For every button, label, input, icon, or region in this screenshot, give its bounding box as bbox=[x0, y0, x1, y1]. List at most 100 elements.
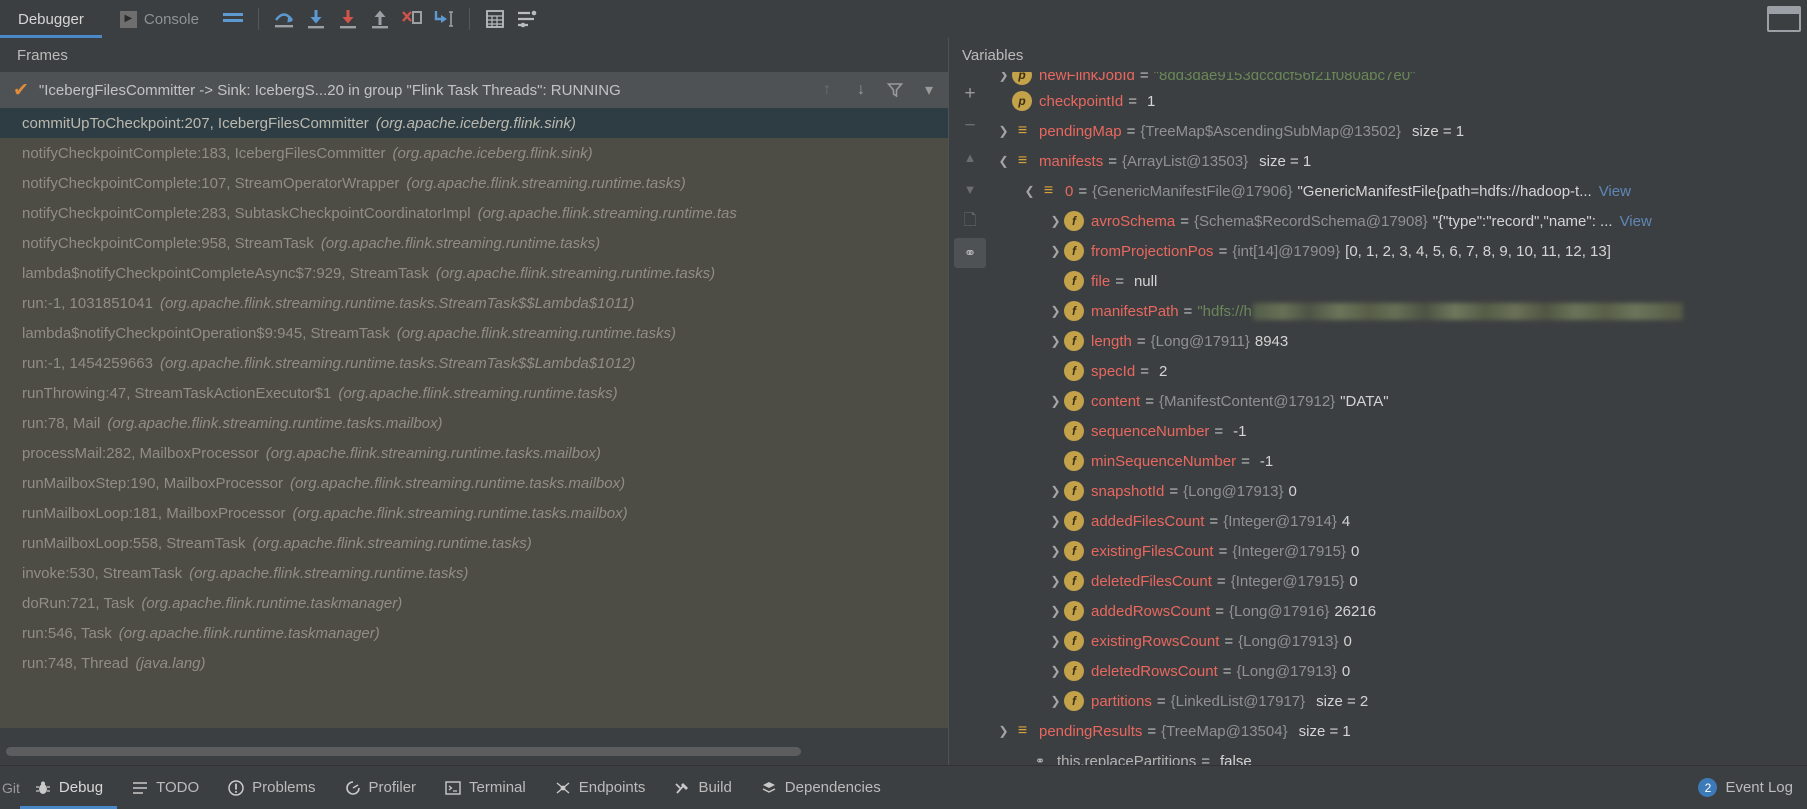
add-watch-icon[interactable]: + bbox=[954, 78, 986, 108]
step-into-icon[interactable] bbox=[300, 3, 332, 35]
status-item-profiler[interactable]: Profiler bbox=[330, 766, 431, 809]
variable-row[interactable]: ❯ f manifestPath = "hdfs://h bbox=[991, 296, 1807, 326]
tab-debugger[interactable]: Debugger bbox=[0, 0, 102, 38]
frame-row[interactable]: processMail:282, MailboxProcessor (org.a… bbox=[0, 438, 948, 468]
variable-row[interactable]: ❯ f minSequenceNumber = -1 bbox=[991, 446, 1807, 476]
chevron-right-icon[interactable]: ❯ bbox=[1047, 694, 1064, 708]
step-out-icon[interactable] bbox=[364, 3, 396, 35]
variable-row[interactable]: ❯ f addedRowsCount = {Long@17916} 26216 bbox=[991, 596, 1807, 626]
move-watch-down-icon[interactable]: ▼ bbox=[954, 174, 986, 204]
frame-row[interactable]: runMailboxStep:190, MailboxProcessor (or… bbox=[0, 468, 948, 498]
variable-row[interactable]: ❮ ≡ manifests = {ArrayList@13503} size =… bbox=[991, 146, 1807, 176]
variable-row[interactable]: ❯ ≡ pendingResults = {TreeMap@13504} siz… bbox=[991, 716, 1807, 746]
variable-row[interactable]: ❯ f specId = 2 bbox=[991, 356, 1807, 386]
status-item-dependencies[interactable]: Dependencies bbox=[746, 766, 895, 809]
chevron-right-icon[interactable]: ❯ bbox=[1047, 304, 1064, 318]
variable-row[interactable]: ❯ f length = {Long@17911} 8943 bbox=[991, 326, 1807, 356]
frame-row[interactable]: run:-1, 1454259663 (org.apache.flink.str… bbox=[0, 348, 948, 378]
chevron-right-icon[interactable]: ❯ bbox=[1047, 214, 1064, 228]
frame-row[interactable]: invoke:530, StreamTask (org.apache.flink… bbox=[0, 558, 948, 588]
variable-row[interactable]: ❯ f avroSchema = {Schema$RecordSchema@17… bbox=[991, 206, 1807, 236]
move-watch-up-icon[interactable]: ▲ bbox=[954, 142, 986, 172]
status-item-endpoints[interactable]: Endpoints bbox=[540, 766, 660, 809]
copy-value-icon[interactable]: 🗋 bbox=[954, 206, 986, 236]
git-label[interactable]: Git bbox=[0, 780, 20, 796]
frame-row[interactable]: lambda$notifyCheckpointCompleteAsync$7:9… bbox=[0, 258, 948, 288]
frames-list[interactable]: commitUpToCheckpoint:207, IcebergFilesCo… bbox=[0, 108, 948, 728]
move-up-icon[interactable]: ↑ bbox=[816, 79, 838, 101]
layout-settings-icon[interactable] bbox=[217, 3, 249, 35]
chevron-right-icon[interactable]: ❯ bbox=[1047, 394, 1064, 408]
frame-row[interactable]: run:78, Mail (org.apache.flink.streaming… bbox=[0, 408, 948, 438]
chevron-right-icon[interactable]: ❯ bbox=[995, 72, 1012, 82]
chevron-right-icon[interactable]: ❯ bbox=[1047, 544, 1064, 558]
variable-row[interactable]: ❯ f partitions = {LinkedList@17917} size… bbox=[991, 686, 1807, 716]
drop-frame-icon[interactable] bbox=[396, 3, 428, 35]
variable-row[interactable]: ❯ p newFlinkJobId = "8dd3dae9153dccdcf56… bbox=[991, 72, 1807, 86]
event-log-label[interactable]: Event Log bbox=[1725, 779, 1793, 796]
chevron-right-icon[interactable]: ❯ bbox=[1047, 244, 1064, 258]
variables-tree[interactable]: ❯ p newFlinkJobId = "8dd3dae9153dccdcf56… bbox=[991, 72, 1807, 766]
step-over-icon[interactable] bbox=[268, 3, 300, 35]
status-item-build[interactable]: Build bbox=[659, 766, 745, 809]
watches-toggle-icon[interactable]: ⚭ bbox=[954, 238, 986, 268]
chevron-right-icon[interactable]: ❯ bbox=[995, 724, 1012, 738]
chevron-down-icon[interactable]: ❮ bbox=[1021, 184, 1038, 198]
chevron-right-icon[interactable]: ❯ bbox=[1047, 484, 1064, 498]
chevron-right-icon[interactable]: ❯ bbox=[1047, 514, 1064, 528]
status-item-terminal[interactable]: Terminal bbox=[430, 766, 540, 809]
chevron-right-icon[interactable]: ❯ bbox=[1047, 664, 1064, 678]
variable-row[interactable]: ❯ f existingFilesCount = {Integer@17915}… bbox=[991, 536, 1807, 566]
dropdown-icon[interactable]: ▾ bbox=[918, 79, 940, 101]
status-item-debug[interactable]: Debug bbox=[19, 766, 118, 809]
variable-row[interactable]: ❯ f sequenceNumber = -1 bbox=[991, 416, 1807, 446]
variable-row[interactable]: ❯ f existingRowsCount = {Long@17913} 0 bbox=[991, 626, 1807, 656]
frame-row[interactable]: runThrowing:47, StreamTaskActionExecutor… bbox=[0, 378, 948, 408]
frame-row[interactable]: runMailboxLoop:558, StreamTask (org.apac… bbox=[0, 528, 948, 558]
frames-hscrollbar-thumb[interactable] bbox=[6, 747, 801, 756]
thread-selector-row[interactable]: ✔ "IcebergFilesCommitter -> Sink: Iceber… bbox=[0, 72, 948, 108]
chevron-right-icon[interactable]: ❯ bbox=[1047, 604, 1064, 618]
frame-row[interactable]: notifyCheckpointComplete:183, IcebergFil… bbox=[0, 138, 948, 168]
filter-icon[interactable] bbox=[884, 79, 906, 101]
variable-row[interactable]: ❯ f deletedRowsCount = {Long@17913} 0 bbox=[991, 656, 1807, 686]
variable-row[interactable]: ❯ f addedFilesCount = {Integer@17914} 4 bbox=[991, 506, 1807, 536]
status-item-problems[interactable]: Problems bbox=[213, 766, 329, 809]
force-step-into-icon[interactable] bbox=[332, 3, 364, 35]
chevron-right-icon[interactable]: ❯ bbox=[1047, 634, 1064, 648]
status-item-todo[interactable]: TODO bbox=[117, 766, 213, 809]
variable-row[interactable]: ❯ f fromProjectionPos = {int[14]@17909} … bbox=[991, 236, 1807, 266]
frame-row[interactable]: run:546, Task (org.apache.flink.runtime.… bbox=[0, 618, 948, 648]
remove-watch-icon[interactable]: − bbox=[954, 110, 986, 140]
tab-console[interactable]: ▶ Console bbox=[102, 0, 217, 38]
restore-window-icon[interactable] bbox=[1767, 6, 1801, 32]
view-link[interactable]: View bbox=[1620, 213, 1652, 230]
variable-row[interactable]: ❯ ⚭ this.replacePartitions = false bbox=[991, 746, 1807, 767]
frame-row[interactable]: notifyCheckpointComplete:107, StreamOper… bbox=[0, 168, 948, 198]
frame-row[interactable]: lambda$notifyCheckpointOperation$9:945, … bbox=[0, 318, 948, 348]
evaluate-expression-icon[interactable] bbox=[479, 3, 511, 35]
chevron-down-icon[interactable]: ❮ bbox=[995, 154, 1012, 168]
variable-row[interactable]: ❯ p checkpointId = 1 bbox=[991, 86, 1807, 116]
frame-row[interactable]: commitUpToCheckpoint:207, IcebergFilesCo… bbox=[0, 108, 948, 138]
variable-row[interactable]: ❯ f content = {ManifestContent@17912} "D… bbox=[991, 386, 1807, 416]
run-to-cursor-icon[interactable] bbox=[428, 3, 460, 35]
frame-row[interactable]: run:748, Thread (java.lang) bbox=[0, 648, 948, 678]
view-link[interactable]: View bbox=[1599, 183, 1631, 200]
frame-row[interactable]: run:-1, 1031851041 (org.apache.flink.str… bbox=[0, 288, 948, 318]
chevron-right-icon[interactable]: ❯ bbox=[1047, 574, 1064, 588]
dependencies-icon bbox=[760, 779, 778, 797]
chevron-right-icon[interactable]: ❯ bbox=[1047, 334, 1064, 348]
variable-row[interactable]: ❯ f snapshotId = {Long@17913} 0 bbox=[991, 476, 1807, 506]
settings-icon[interactable] bbox=[511, 3, 543, 35]
chevron-right-icon[interactable]: ❯ bbox=[995, 124, 1012, 138]
variable-row[interactable]: ❮ ≡ 0 = {GenericManifestFile@17906} "Gen… bbox=[991, 176, 1807, 206]
frame-row[interactable]: notifyCheckpointComplete:283, SubtaskChe… bbox=[0, 198, 948, 228]
frame-row[interactable]: notifyCheckpointComplete:958, StreamTask… bbox=[0, 228, 948, 258]
variable-row[interactable]: ❯ ≡ pendingMap = {TreeMap$AscendingSubMa… bbox=[991, 116, 1807, 146]
variable-row[interactable]: ❯ f deletedFilesCount = {Integer@17915} … bbox=[991, 566, 1807, 596]
variable-row[interactable]: ❯ f file = null bbox=[991, 266, 1807, 296]
move-down-icon[interactable]: ↓ bbox=[850, 79, 872, 101]
frame-row[interactable]: doRun:721, Task (org.apache.flink.runtim… bbox=[0, 588, 948, 618]
frame-row[interactable]: runMailboxLoop:181, MailboxProcessor (or… bbox=[0, 498, 948, 528]
